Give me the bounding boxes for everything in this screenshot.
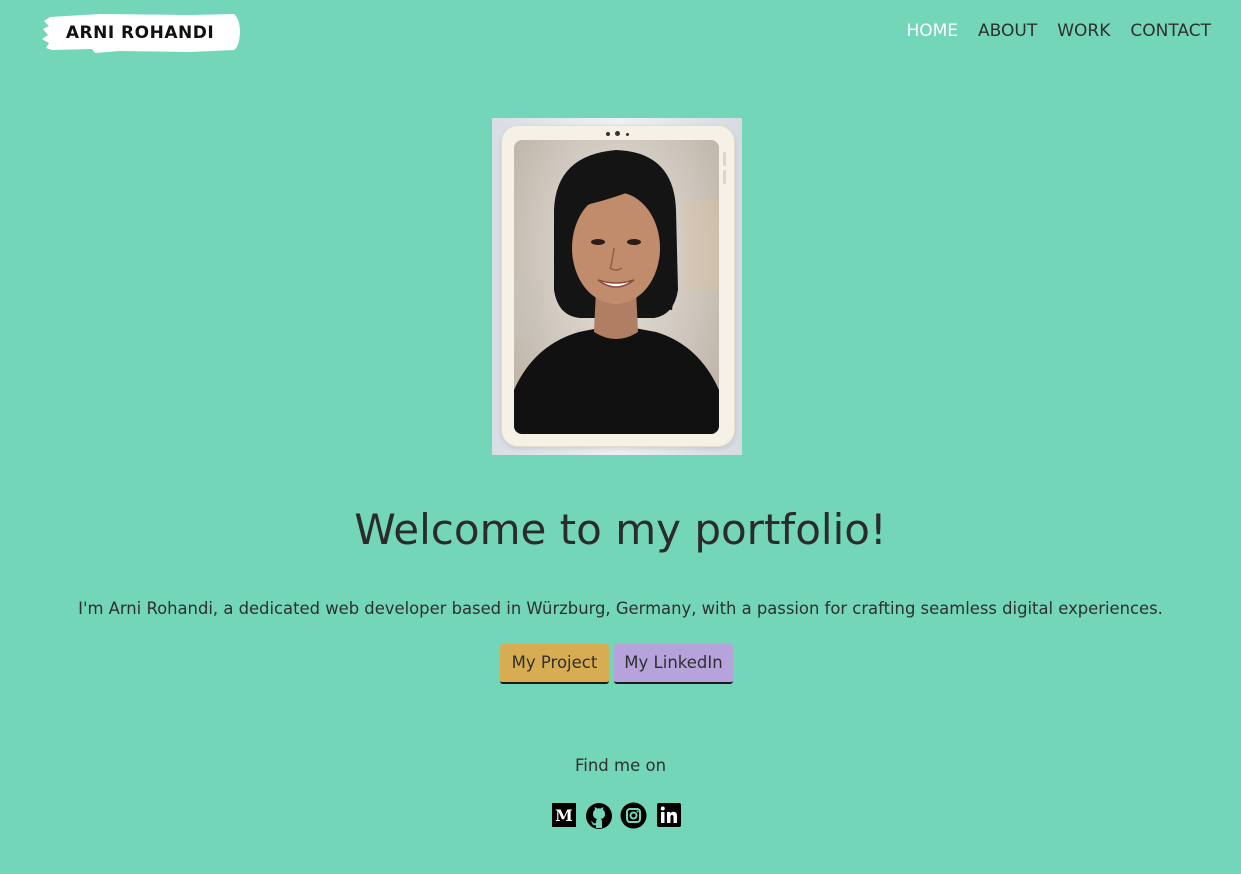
- linkedin-icon[interactable]: [656, 802, 682, 828]
- my-project-button[interactable]: My Project: [500, 644, 609, 684]
- nav-work[interactable]: WORK: [1057, 18, 1110, 44]
- tablet-side-button: [723, 152, 726, 166]
- main-nav: HOME ABOUT WORK CONTACT: [906, 18, 1211, 44]
- github-icon[interactable]: [585, 802, 612, 829]
- find-me-heading: Find me on: [574, 756, 667, 775]
- instagram-icon[interactable]: [620, 802, 647, 829]
- tablet-side-button: [723, 170, 726, 184]
- page-title: Welcome to my portfolio!: [354, 505, 887, 554]
- person-portrait-illustration: [514, 150, 719, 434]
- medium-icon[interactable]: M: [551, 802, 577, 828]
- social-links: M: [551, 802, 691, 829]
- nav-contact[interactable]: CONTACT: [1130, 18, 1211, 44]
- logo-text: ARNI ROHANDI: [65, 23, 215, 43]
- logo[interactable]: ARNI ROHANDI: [40, 13, 240, 53]
- svg-text:M: M: [555, 806, 573, 825]
- nav-about[interactable]: ABOUT: [978, 18, 1037, 44]
- intro-text: I'm Arni Rohandi, a dedicated web develo…: [78, 599, 1163, 618]
- tablet-frame: [502, 126, 734, 446]
- nav-home[interactable]: HOME: [906, 18, 958, 44]
- site-header: ARNI ROHANDI HOME ABOUT WORK CONTACT: [0, 0, 1241, 64]
- tablet-camera: [606, 131, 632, 137]
- my-linkedin-button[interactable]: My LinkedIn: [614, 644, 733, 684]
- portrait-screen: [514, 140, 719, 434]
- profile-photo: [492, 118, 742, 455]
